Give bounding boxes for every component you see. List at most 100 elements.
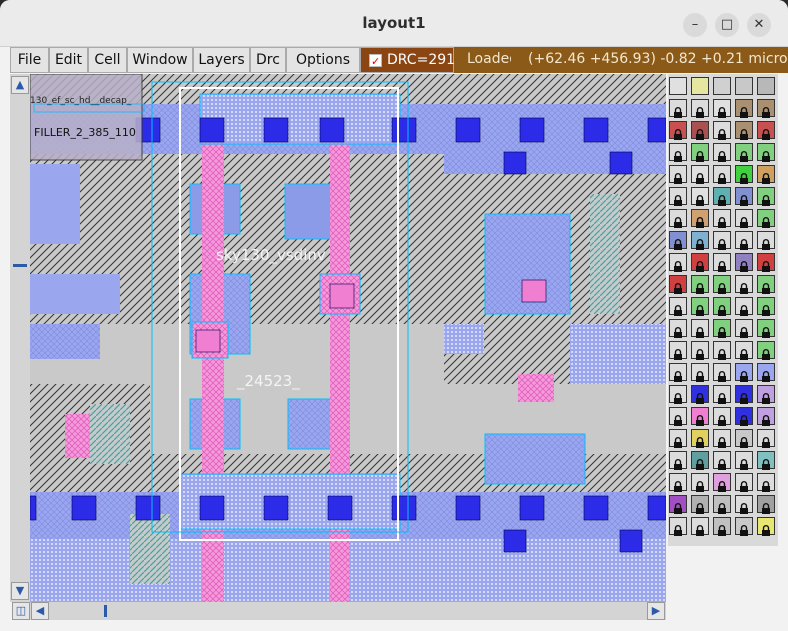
layer-swatch[interactable]	[735, 297, 753, 316]
layer-swatch[interactable]	[757, 363, 775, 382]
layer-swatch[interactable]	[757, 407, 775, 426]
layer-swatch[interactable]	[735, 451, 753, 470]
layer-swatch[interactable]	[735, 385, 753, 404]
layer-swatch[interactable]	[713, 253, 731, 272]
layer-swatch[interactable]	[691, 495, 709, 514]
layer-swatch[interactable]	[757, 187, 775, 206]
layer-swatch[interactable]	[669, 187, 687, 206]
layer-swatch[interactable]	[691, 99, 709, 118]
layer-swatch[interactable]	[691, 187, 709, 206]
layer-swatch[interactable]	[713, 121, 731, 140]
layer-swatch[interactable]	[735, 275, 753, 294]
layer-swatch[interactable]	[669, 253, 687, 272]
layer-swatch[interactable]	[669, 209, 687, 228]
layer-swatch[interactable]	[669, 165, 687, 184]
menu-file[interactable]: File	[10, 47, 49, 73]
scroll-left-icon[interactable]: ◀	[31, 602, 49, 620]
menu-options[interactable]: Options	[286, 47, 360, 73]
layer-swatch[interactable]	[669, 77, 687, 95]
vertical-scroll-thumb[interactable]	[13, 264, 27, 267]
scroll-down-icon[interactable]: ▼	[11, 582, 29, 600]
layer-swatch[interactable]	[735, 165, 753, 184]
layer-swatch[interactable]	[669, 451, 687, 470]
scroll-right-icon[interactable]: ▶	[647, 602, 665, 620]
layer-swatch[interactable]	[691, 473, 709, 492]
layer-swatch[interactable]	[713, 231, 731, 250]
layer-swatch[interactable]	[669, 407, 687, 426]
layer-swatch[interactable]	[669, 429, 687, 448]
drc-checkbox[interactable]	[369, 50, 382, 74]
layer-swatch[interactable]	[669, 341, 687, 360]
layer-swatch[interactable]	[757, 143, 775, 162]
layer-swatch[interactable]	[713, 385, 731, 404]
layer-swatch[interactable]	[713, 473, 731, 492]
layer-swatch[interactable]	[691, 385, 709, 404]
layer-swatch[interactable]	[757, 429, 775, 448]
layer-swatch[interactable]	[757, 473, 775, 492]
menu-drc[interactable]: Drc	[250, 47, 286, 73]
layer-swatch[interactable]	[757, 517, 775, 536]
drc-toggle[interactable]: DRC=291	[360, 47, 455, 74]
layer-swatch[interactable]	[669, 363, 687, 382]
layer-swatch[interactable]	[735, 495, 753, 514]
layer-swatch[interactable]	[757, 253, 775, 272]
layer-swatch[interactable]	[691, 407, 709, 426]
layer-swatch[interactable]	[735, 77, 753, 95]
maximize-button[interactable]: □	[715, 13, 739, 37]
layer-swatch[interactable]	[735, 517, 753, 536]
layer-swatch[interactable]	[691, 143, 709, 162]
layer-swatch[interactable]	[691, 297, 709, 316]
layer-swatch[interactable]	[691, 275, 709, 294]
layer-swatch[interactable]	[757, 319, 775, 338]
layer-swatch[interactable]	[713, 517, 731, 536]
layer-swatch[interactable]	[757, 209, 775, 228]
menu-layers[interactable]: Layers	[193, 47, 250, 73]
layer-swatch[interactable]	[735, 319, 753, 338]
layer-swatch[interactable]	[669, 121, 687, 140]
layer-swatch[interactable]	[735, 363, 753, 382]
layer-swatch[interactable]	[691, 165, 709, 184]
layer-swatch[interactable]	[735, 473, 753, 492]
layer-swatch[interactable]	[669, 495, 687, 514]
layer-swatch[interactable]	[735, 187, 753, 206]
layer-swatch[interactable]	[757, 121, 775, 140]
layer-swatch[interactable]	[669, 143, 687, 162]
layer-swatch[interactable]	[691, 121, 709, 140]
layer-swatch[interactable]	[713, 363, 731, 382]
layer-swatch[interactable]	[757, 275, 775, 294]
layer-swatch[interactable]	[757, 385, 775, 404]
layer-swatch[interactable]	[757, 341, 775, 360]
layer-swatch[interactable]	[713, 495, 731, 514]
layer-swatch[interactable]	[691, 319, 709, 338]
layer-swatch[interactable]	[713, 99, 731, 118]
layer-swatch[interactable]	[691, 429, 709, 448]
layer-swatch[interactable]	[735, 341, 753, 360]
layer-swatch[interactable]	[669, 275, 687, 294]
layer-swatch[interactable]	[691, 363, 709, 382]
layer-swatch[interactable]	[735, 253, 753, 272]
layer-swatch[interactable]	[735, 429, 753, 448]
scroll-up-icon[interactable]: ▲	[11, 76, 29, 94]
layer-swatch[interactable]	[757, 451, 775, 470]
layer-swatch[interactable]	[757, 495, 775, 514]
layer-swatch[interactable]	[691, 231, 709, 250]
layer-swatch[interactable]	[713, 341, 731, 360]
layer-swatch[interactable]	[735, 407, 753, 426]
layer-swatch[interactable]	[669, 385, 687, 404]
layer-swatch[interactable]	[735, 143, 753, 162]
layer-swatch[interactable]	[713, 297, 731, 316]
layer-swatch[interactable]	[691, 253, 709, 272]
menu-cell[interactable]: Cell	[88, 47, 127, 73]
layer-swatch[interactable]	[713, 77, 731, 95]
layer-swatch[interactable]	[669, 517, 687, 536]
minimize-button[interactable]: –	[683, 13, 707, 37]
menu-edit[interactable]: Edit	[49, 47, 88, 73]
layer-swatch[interactable]	[757, 165, 775, 184]
layer-swatch[interactable]	[713, 319, 731, 338]
layer-swatch[interactable]	[669, 99, 687, 118]
layer-swatch[interactable]	[735, 209, 753, 228]
layer-swatch[interactable]	[713, 187, 731, 206]
layer-swatch[interactable]	[757, 77, 775, 95]
layer-swatch[interactable]	[735, 99, 753, 118]
menu-window[interactable]: Window	[127, 47, 193, 73]
